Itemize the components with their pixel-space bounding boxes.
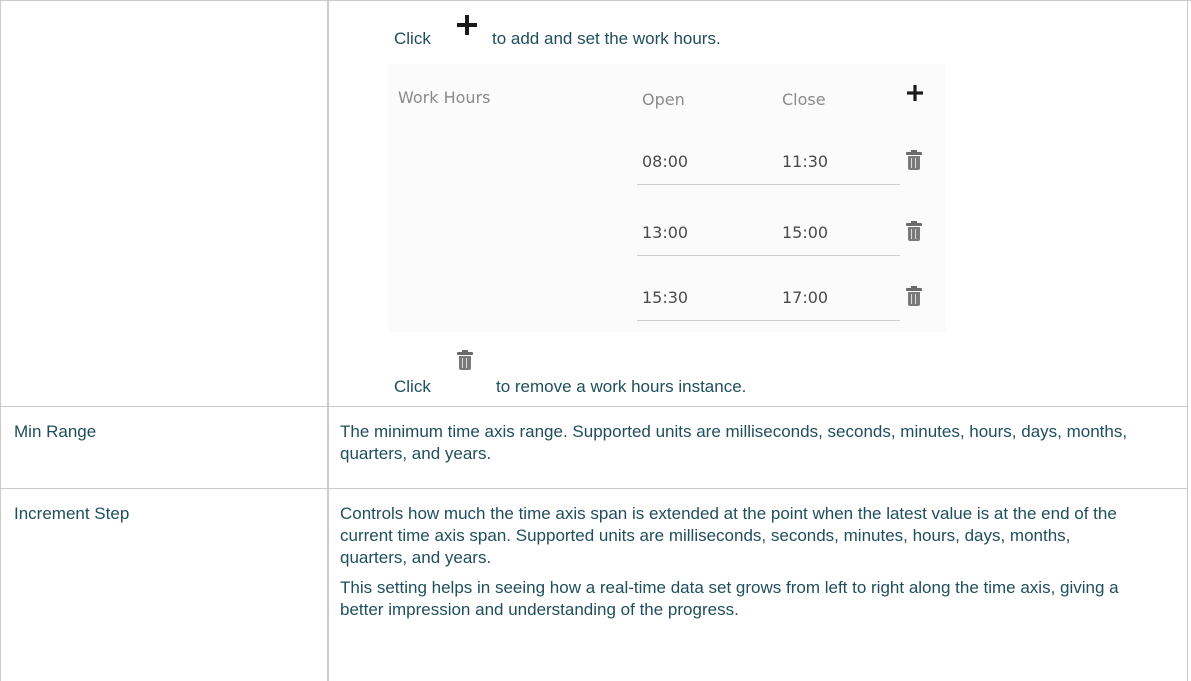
property-name-increment-step: Increment Step <box>14 504 130 523</box>
property-description-increment-step: Controls how much the time axis span is … <box>340 503 1140 629</box>
trash-icon <box>906 286 922 306</box>
plus-icon <box>456 14 478 36</box>
column-divider <box>327 0 329 681</box>
trash-icon <box>906 150 922 170</box>
table-border-top <box>0 0 1191 1</box>
property-table: Click to add and set the work hours. Wor… <box>0 0 1191 681</box>
add-instruction-prefix: Click <box>394 29 431 48</box>
close-column-header: Close <box>782 90 826 109</box>
description-paragraph: This setting helps in seeing how a real-… <box>340 578 1119 619</box>
open-time-3: 15:30 <box>642 288 689 307</box>
property-name-min-range: Min Range <box>14 422 97 441</box>
trash-icon <box>906 221 922 241</box>
description-paragraph: The minimum time axis range. Supported u… <box>340 422 1128 463</box>
close-time-2: 15:00 <box>782 223 829 242</box>
remove-instruction-text: to remove a work hours instance. <box>496 377 747 396</box>
description-paragraph: Controls how much the time axis span is … <box>340 504 1117 567</box>
row-divider-1 <box>0 406 1188 407</box>
close-time-1: 11:30 <box>782 152 829 171</box>
table-border-left <box>0 0 1 681</box>
add-work-hours-icon <box>906 84 924 102</box>
property-description-min-range: The minimum time axis range. Supported u… <box>340 421 1140 473</box>
row-divider-2 <box>0 488 1188 489</box>
open-column-header: Open <box>642 90 685 109</box>
trash-icon <box>457 350 473 370</box>
close-time-3: 17:00 <box>782 288 829 307</box>
add-instruction-text: to add and set the work hours. <box>492 29 721 48</box>
work-hours-label: Work Hours <box>398 88 491 107</box>
row-1-underline <box>637 184 900 185</box>
row-3-underline <box>637 320 900 321</box>
table-border-right <box>1187 0 1188 681</box>
remove-instruction-prefix: Click <box>394 377 431 396</box>
row-2-underline <box>637 255 900 256</box>
open-time-1: 08:00 <box>642 152 689 171</box>
open-time-2: 13:00 <box>642 223 689 242</box>
